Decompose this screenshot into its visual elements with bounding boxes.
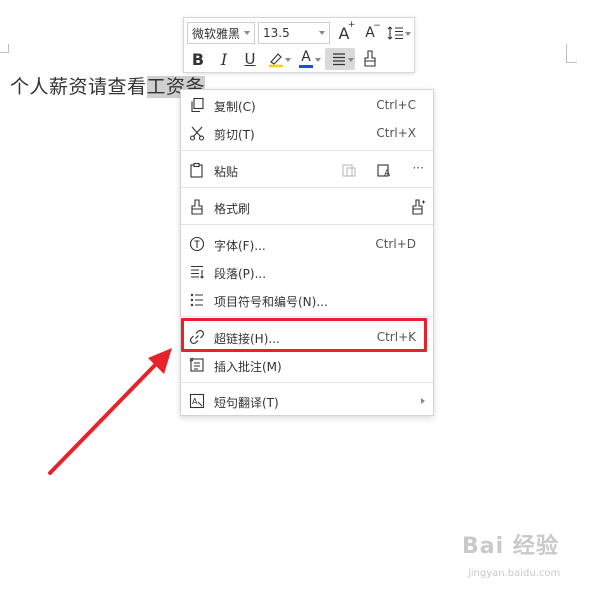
highlight-color-button[interactable] — [265, 48, 291, 70]
toolbar-row-1: 微软雅黑 13.5 A + A − — [187, 19, 411, 45]
font-icon — [189, 236, 205, 252]
highlighter-icon — [269, 53, 283, 68]
menu-item-label: 短句翻译(T) — [214, 396, 279, 410]
page-corner-mark-right — [566, 44, 577, 63]
font-name-value: 微软雅黑 — [192, 26, 241, 41]
page-corner-mark-left — [0, 44, 9, 53]
font-color-bar — [299, 65, 313, 68]
menu-item-label: 插入批注(M) — [214, 360, 282, 374]
comment-icon — [189, 357, 204, 372]
font-name-select[interactable]: 微软雅黑 — [187, 22, 255, 44]
paragraph-icon — [191, 265, 204, 279]
document-text-plain: 个人薪资请查看 — [10, 76, 147, 98]
mini-format-toolbar: 微软雅黑 13.5 A + A − B I U A — [183, 17, 415, 73]
format-painter-icon — [364, 50, 376, 67]
menu-item-shortcut: Ctrl+D — [375, 237, 416, 251]
menu-separator — [181, 187, 433, 188]
paste-text-only-icon[interactable]: A — [376, 162, 392, 178]
shrink-font-button[interactable]: A − — [359, 21, 381, 44]
watermark-text: Bai 经验 — [462, 534, 559, 559]
menu-item-label: 项目符号和编号(N)... — [214, 295, 328, 309]
underline-label: U — [244, 50, 256, 68]
font-size-select[interactable]: 13.5 — [258, 22, 330, 44]
menu-item-format-painter[interactable]: 格式刷 — [181, 193, 433, 221]
chevron-down-icon — [405, 32, 411, 36]
paste-keep-format-icon[interactable] — [341, 162, 357, 178]
svg-text:A: A — [192, 397, 198, 406]
chevron-down-icon — [244, 31, 250, 35]
scissors-icon — [189, 126, 205, 141]
format-painter-multi-icon[interactable] — [410, 199, 426, 215]
bold-label: B — [191, 49, 205, 69]
menu-separator — [181, 150, 433, 151]
menu-item-label: 字体(F)... — [214, 239, 266, 253]
menu-item-shortcut: Ctrl+X — [376, 126, 416, 140]
align-button[interactable] — [325, 48, 355, 70]
document-text[interactable]: 个人薪资请查看工资条 — [10, 72, 206, 99]
font-color-button[interactable]: A — [295, 48, 321, 70]
menu-item-label: 格式刷 — [214, 202, 251, 216]
menu-item-font[interactable]: 字体(F)... Ctrl+D — [181, 230, 433, 258]
chevron-down-icon — [319, 31, 325, 35]
bold-button[interactable]: B — [187, 48, 209, 70]
paste-more-button[interactable]: ··· — [413, 161, 424, 175]
menu-separator — [181, 224, 433, 225]
menu-separator — [181, 316, 433, 317]
font-color-label: A — [301, 49, 311, 65]
submenu-arrow-icon — [421, 398, 425, 404]
line-spacing-button[interactable] — [385, 22, 411, 44]
menu-item-shortcut: Ctrl+C — [376, 98, 416, 112]
menu-item-paragraph[interactable]: 段落(P)... — [181, 258, 433, 286]
menu-item-translate[interactable]: A 短句翻译(T) — [181, 387, 433, 415]
italic-label: I — [220, 49, 228, 69]
watermark-url: jingyan.baidu.com — [468, 568, 561, 579]
baidu-watermark: Bai 经验 jingyan.baidu.com — [462, 528, 580, 588]
align-justify-icon — [333, 53, 345, 66]
paste-icon — [190, 162, 203, 178]
menu-item-paste[interactable]: 粘贴 A ··· — [181, 156, 433, 184]
menu-item-label: 粘贴 — [214, 165, 239, 179]
chevron-down-icon — [285, 58, 291, 62]
grow-font-icon: A + — [338, 19, 356, 43]
font-size-value: 13.5 — [263, 26, 290, 40]
menu-separator — [181, 382, 433, 383]
chevron-down-icon — [348, 58, 354, 62]
underline-button[interactable]: U — [239, 48, 261, 70]
line-spacing-icon — [387, 26, 403, 40]
italic-button[interactable]: I — [213, 48, 235, 70]
menu-item-insert-comment[interactable]: 插入批注(M) — [181, 351, 433, 379]
translate-icon: A — [189, 393, 205, 409]
menu-item-label: 复制(C) — [214, 100, 256, 114]
chevron-down-icon — [315, 58, 321, 62]
copy-icon — [191, 97, 204, 113]
format-painter-button[interactable] — [359, 48, 381, 70]
bullet-list-icon — [190, 293, 203, 307]
shrink-font-icon: A − — [365, 21, 381, 41]
format-painter-icon — [191, 199, 203, 215]
annotation-highlight-box — [181, 318, 427, 352]
menu-item-label: 剪切(T) — [214, 128, 255, 142]
svg-text:A: A — [384, 169, 391, 178]
menu-item-copy[interactable]: 复制(C) Ctrl+C — [181, 91, 433, 119]
menu-item-bullets-numbering[interactable]: 项目符号和编号(N)... — [181, 286, 433, 314]
context-menu: 复制(C) Ctrl+C 剪切(T) Ctrl+X 粘贴 A ··· 格式刷 字… — [180, 89, 434, 416]
menu-item-cut[interactable]: 剪切(T) Ctrl+X — [181, 119, 433, 147]
grow-font-button[interactable]: A + — [333, 19, 356, 44]
toolbar-row-2: B I U A — [187, 47, 411, 71]
menu-item-label: 段落(P)... — [214, 267, 267, 281]
